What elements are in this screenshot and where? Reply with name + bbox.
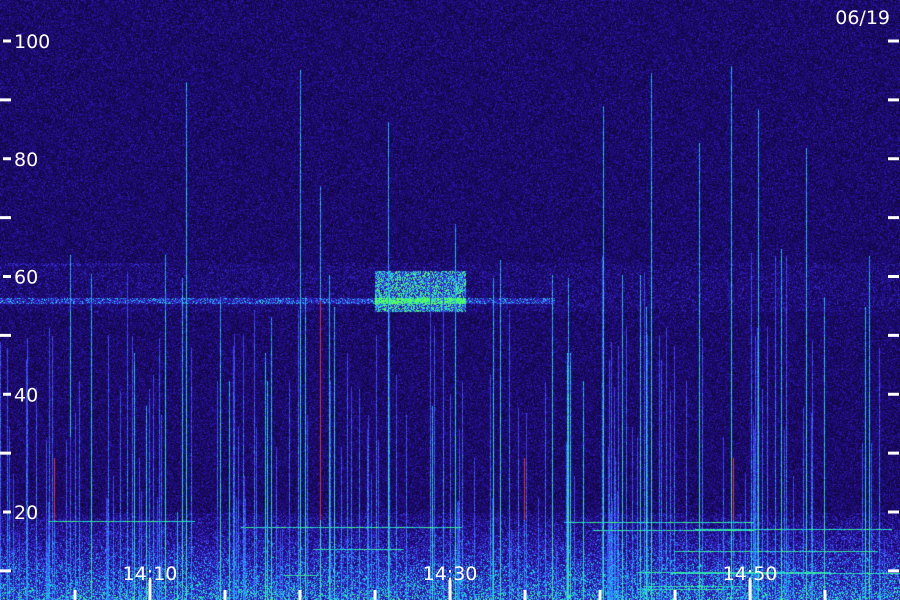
- axis-overlay: 20 40 60 80 100 14:10 14:30 14:50 06/19: [0, 7, 899, 600]
- y-tick-label: 80: [14, 149, 38, 171]
- x-axis-labels: 14:10 14:30 14:50: [123, 563, 778, 585]
- y-tick-label: 60: [14, 267, 38, 289]
- y-tick-label: 40: [14, 384, 38, 406]
- y-axis-right-ticks: [888, 39, 899, 573]
- y-tick-label: 100: [14, 31, 50, 53]
- y-tick-label: 20: [14, 502, 38, 524]
- y-axis-labels: 20 40 60 80 100: [14, 31, 50, 524]
- x-tick-label: 14:10: [123, 563, 178, 585]
- x-tick-label: 14:30: [423, 563, 478, 585]
- date-label: 06/19: [835, 7, 890, 29]
- x-tick-label: 14:50: [723, 563, 778, 585]
- y-axis-left-ticks: [0, 39, 11, 573]
